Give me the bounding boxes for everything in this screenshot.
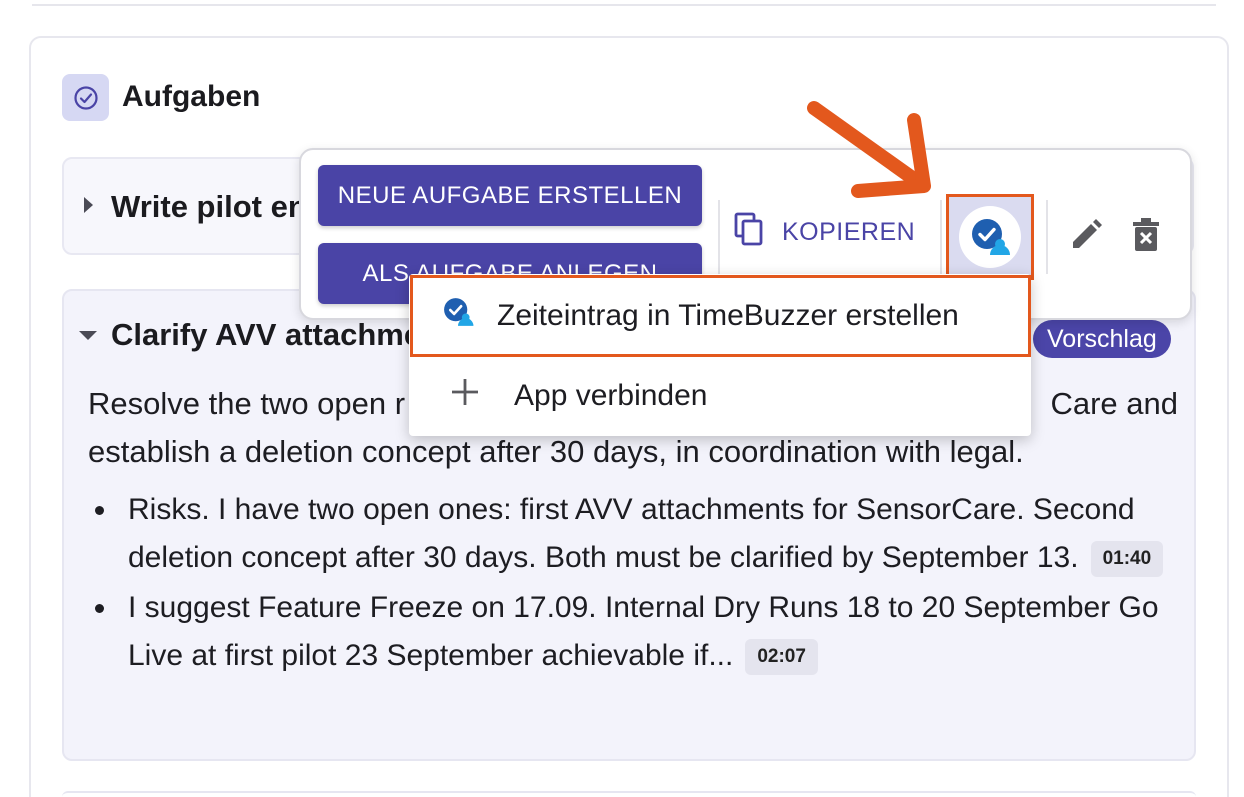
- description-line-1-right: Care and: [1050, 386, 1178, 421]
- timestamp-chip[interactable]: 01:40: [1090, 541, 1164, 578]
- menu-item-connect-app[interactable]: App verbinden: [410, 360, 1031, 432]
- plus-icon: [450, 377, 480, 415]
- copy-label: KOPIEREN: [782, 217, 916, 246]
- task-title[interactable]: Clarify AVV attachme: [111, 316, 421, 354]
- suggestion-badge: Vorschlag: [1033, 320, 1171, 358]
- menu-item-label: Zeiteintrag in TimeBuzzer erstellen: [497, 299, 959, 332]
- bullet-text: Risks. I have two open ones: first AVV a…: [128, 493, 1135, 574]
- timebuzzer-icon: [441, 295, 475, 337]
- list-item: I suggest Feature Freeze on 17.09. Inter…: [88, 584, 1178, 680]
- bullet-text: I suggest Feature Freeze on 17.09. Inter…: [128, 591, 1159, 672]
- new-task-button[interactable]: NEUE AUFGABE ERSTELLEN: [318, 165, 702, 226]
- timebuzzer-icon: [959, 206, 1021, 268]
- previous-card-edge: [32, 0, 1216, 6]
- timebuzzer-button[interactable]: [946, 194, 1034, 280]
- task-title[interactable]: Write pilot en: [111, 188, 307, 226]
- timestamp-chip[interactable]: 02:07: [745, 639, 818, 676]
- pencil-icon[interactable]: [1066, 215, 1106, 255]
- section-title: Aufgaben: [122, 80, 261, 113]
- list-item: Risks. I have two open ones: first AVV a…: [88, 486, 1178, 582]
- check-circle-icon: [62, 74, 109, 121]
- collapse-triangle-icon[interactable]: [79, 331, 97, 340]
- copy-icon: [732, 211, 766, 254]
- next-card-edge: [62, 791, 1196, 797]
- copy-button[interactable]: KOPIEREN: [732, 204, 915, 260]
- toolbar-divider: [718, 200, 720, 274]
- toolbar-divider: [1046, 200, 1048, 274]
- task-bullet-list: Risks. I have two open ones: first AVV a…: [88, 486, 1178, 682]
- annotation-arrow-icon: [807, 101, 931, 198]
- trash-icon[interactable]: [1128, 215, 1164, 255]
- toolbar-divider: [940, 200, 942, 274]
- menu-item-label: App verbinden: [514, 379, 708, 412]
- expand-triangle-icon[interactable]: [84, 197, 93, 213]
- description-line-1-left: Resolve the two open r: [88, 386, 406, 421]
- menu-item-create-timebuzzer-entry[interactable]: Zeiteintrag in TimeBuzzer erstellen: [410, 275, 1031, 357]
